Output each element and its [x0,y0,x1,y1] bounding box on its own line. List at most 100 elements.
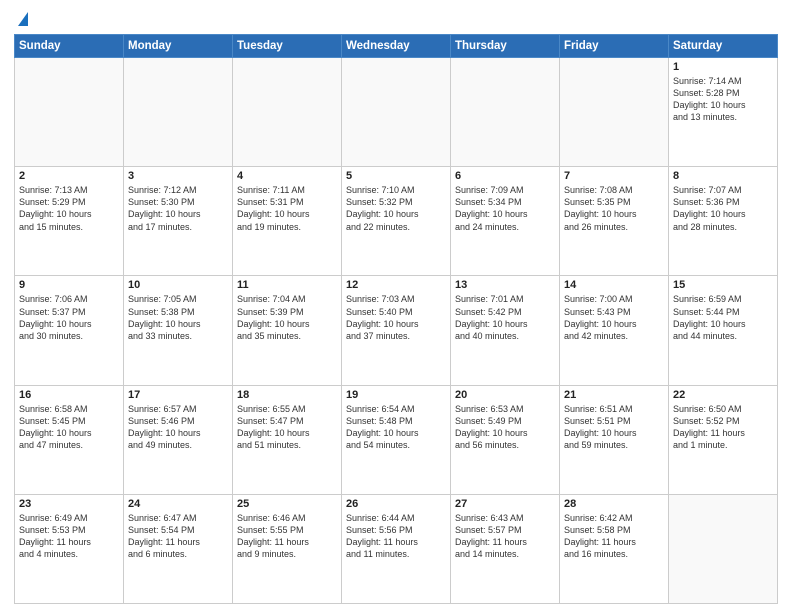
day-info: Sunrise: 6:49 AM Sunset: 5:53 PM Dayligh… [19,512,119,561]
day-number: 5 [346,170,446,182]
calendar-week-row: 1 Sunrise: 7:14 AM Sunset: 5:28 PM Daylig… [15,58,778,167]
day-number: 24 [128,498,228,510]
calendar-cell [451,58,560,167]
calendar-header-row: SundayMondayTuesdayWednesdayThursdayFrid… [15,35,778,58]
day-info: Sunrise: 7:05 AM Sunset: 5:38 PM Dayligh… [128,293,228,342]
calendar-cell: 6 Sunrise: 7:09 AM Sunset: 5:34 PM Daylig… [451,167,560,276]
calendar-cell: 7Sunrise: 7:08 AM Sunset: 5:35 PM Daylig… [560,167,669,276]
day-info: Sunrise: 7:11 AM Sunset: 5:31 PM Dayligh… [237,184,337,233]
day-info: Sunrise: 7:04 AM Sunset: 5:39 PM Dayligh… [237,293,337,342]
day-of-week-header: Thursday [451,35,560,58]
day-info: Sunrise: 6:55 AM Sunset: 5:47 PM Dayligh… [237,403,337,452]
day-info: Sunrise: 6:43 AM Sunset: 5:57 PM Dayligh… [455,512,555,561]
day-info: Sunrise: 6:42 AM Sunset: 5:58 PM Dayligh… [564,512,664,561]
day-info: Sunrise: 7:13 AM Sunset: 5:29 PM Dayligh… [19,184,119,233]
calendar-cell [233,58,342,167]
calendar-cell: 16Sunrise: 6:58 AM Sunset: 5:45 PM Dayli… [15,385,124,494]
calendar-cell: 9 Sunrise: 7:06 AM Sunset: 5:37 PM Daylig… [15,276,124,385]
calendar-cell: 20 Sunrise: 6:53 AM Sunset: 5:49 PM Dayli… [451,385,560,494]
calendar-cell: 19 Sunrise: 6:54 AM Sunset: 5:48 PM Dayli… [342,385,451,494]
day-info: Sunrise: 7:00 AM Sunset: 5:43 PM Dayligh… [564,293,664,342]
calendar-cell: 14 Sunrise: 7:00 AM Sunset: 5:43 PM Dayli… [560,276,669,385]
day-number: 15 [673,279,773,291]
day-info: Sunrise: 6:47 AM Sunset: 5:54 PM Dayligh… [128,512,228,561]
day-info: Sunrise: 6:46 AM Sunset: 5:55 PM Dayligh… [237,512,337,561]
day-info: Sunrise: 6:44 AM Sunset: 5:56 PM Dayligh… [346,512,446,561]
day-number: 12 [346,279,446,291]
calendar-cell [342,58,451,167]
calendar-cell: 24 Sunrise: 6:47 AM Sunset: 5:54 PM Dayli… [124,494,233,603]
calendar-cell: 26 Sunrise: 6:44 AM Sunset: 5:56 PM Dayli… [342,494,451,603]
day-info: Sunrise: 6:50 AM Sunset: 5:52 PM Dayligh… [673,403,773,452]
day-number: 21 [564,389,664,401]
day-number: 17 [128,389,228,401]
calendar-week-row: 23Sunrise: 6:49 AM Sunset: 5:53 PM Dayli… [15,494,778,603]
day-info: Sunrise: 7:10 AM Sunset: 5:32 PM Dayligh… [346,184,446,233]
day-info: Sunrise: 6:54 AM Sunset: 5:48 PM Dayligh… [346,403,446,452]
day-number: 1 [673,61,773,73]
calendar-cell: 12Sunrise: 7:03 AM Sunset: 5:40 PM Dayli… [342,276,451,385]
day-of-week-header: Saturday [669,35,778,58]
day-number: 9 [19,279,119,291]
calendar-week-row: 9 Sunrise: 7:06 AM Sunset: 5:37 PM Daylig… [15,276,778,385]
day-info: Sunrise: 6:59 AM Sunset: 5:44 PM Dayligh… [673,293,773,342]
day-number: 18 [237,389,337,401]
day-info: Sunrise: 7:14 AM Sunset: 5:28 PM Dayligh… [673,75,773,124]
day-of-week-header: Friday [560,35,669,58]
calendar-cell: 23Sunrise: 6:49 AM Sunset: 5:53 PM Dayli… [15,494,124,603]
day-number: 11 [237,279,337,291]
day-number: 20 [455,389,555,401]
calendar-cell: 28 Sunrise: 6:42 AM Sunset: 5:58 PM Dayli… [560,494,669,603]
calendar-cell: 10 Sunrise: 7:05 AM Sunset: 5:38 PM Dayli… [124,276,233,385]
day-number: 2 [19,170,119,182]
day-info: Sunrise: 6:53 AM Sunset: 5:49 PM Dayligh… [455,403,555,452]
calendar-table: SundayMondayTuesdayWednesdayThursdayFrid… [14,34,778,604]
day-number: 4 [237,170,337,182]
day-number: 7 [564,170,664,182]
calendar-cell: 3 Sunrise: 7:12 AM Sunset: 5:30 PM Daylig… [124,167,233,276]
day-number: 27 [455,498,555,510]
day-number: 14 [564,279,664,291]
calendar-cell: 2 Sunrise: 7:13 AM Sunset: 5:29 PM Daylig… [15,167,124,276]
header [14,12,778,26]
calendar-cell: 22 Sunrise: 6:50 AM Sunset: 5:52 PM Dayli… [669,385,778,494]
logo [14,12,28,26]
day-info: Sunrise: 7:07 AM Sunset: 5:36 PM Dayligh… [673,184,773,233]
calendar-cell: 4 Sunrise: 7:11 AM Sunset: 5:31 PM Daylig… [233,167,342,276]
day-of-week-header: Wednesday [342,35,451,58]
page: SundayMondayTuesdayWednesdayThursdayFrid… [0,0,792,612]
calendar-cell [669,494,778,603]
day-info: Sunrise: 6:51 AM Sunset: 5:51 PM Dayligh… [564,403,664,452]
day-info: Sunrise: 7:09 AM Sunset: 5:34 PM Dayligh… [455,184,555,233]
day-number: 26 [346,498,446,510]
calendar-cell [15,58,124,167]
day-number: 13 [455,279,555,291]
day-info: Sunrise: 6:58 AM Sunset: 5:45 PM Dayligh… [19,403,119,452]
day-number: 3 [128,170,228,182]
day-info: Sunrise: 6:57 AM Sunset: 5:46 PM Dayligh… [128,403,228,452]
calendar-cell: 5 Sunrise: 7:10 AM Sunset: 5:32 PM Daylig… [342,167,451,276]
calendar-cell: 25 Sunrise: 6:46 AM Sunset: 5:55 PM Dayli… [233,494,342,603]
calendar-cell: 18 Sunrise: 6:55 AM Sunset: 5:47 PM Dayli… [233,385,342,494]
day-info: Sunrise: 7:12 AM Sunset: 5:30 PM Dayligh… [128,184,228,233]
day-number: 22 [673,389,773,401]
calendar-week-row: 16Sunrise: 6:58 AM Sunset: 5:45 PM Dayli… [15,385,778,494]
day-number: 10 [128,279,228,291]
day-number: 6 [455,170,555,182]
day-number: 8 [673,170,773,182]
calendar-cell [124,58,233,167]
calendar-cell: 17 Sunrise: 6:57 AM Sunset: 5:46 PM Dayli… [124,385,233,494]
day-number: 19 [346,389,446,401]
day-number: 25 [237,498,337,510]
calendar-week-row: 2 Sunrise: 7:13 AM Sunset: 5:29 PM Daylig… [15,167,778,276]
calendar-cell: 27 Sunrise: 6:43 AM Sunset: 5:57 PM Dayli… [451,494,560,603]
day-of-week-header: Tuesday [233,35,342,58]
calendar-cell [560,58,669,167]
day-of-week-header: Monday [124,35,233,58]
calendar-cell: 8 Sunrise: 7:07 AM Sunset: 5:36 PM Daylig… [669,167,778,276]
day-info: Sunrise: 7:06 AM Sunset: 5:37 PM Dayligh… [19,293,119,342]
calendar-cell: 15 Sunrise: 6:59 AM Sunset: 5:44 PM Dayli… [669,276,778,385]
day-number: 28 [564,498,664,510]
calendar-cell: 11 Sunrise: 7:04 AM Sunset: 5:39 PM Dayli… [233,276,342,385]
calendar-cell: 1 Sunrise: 7:14 AM Sunset: 5:28 PM Daylig… [669,58,778,167]
